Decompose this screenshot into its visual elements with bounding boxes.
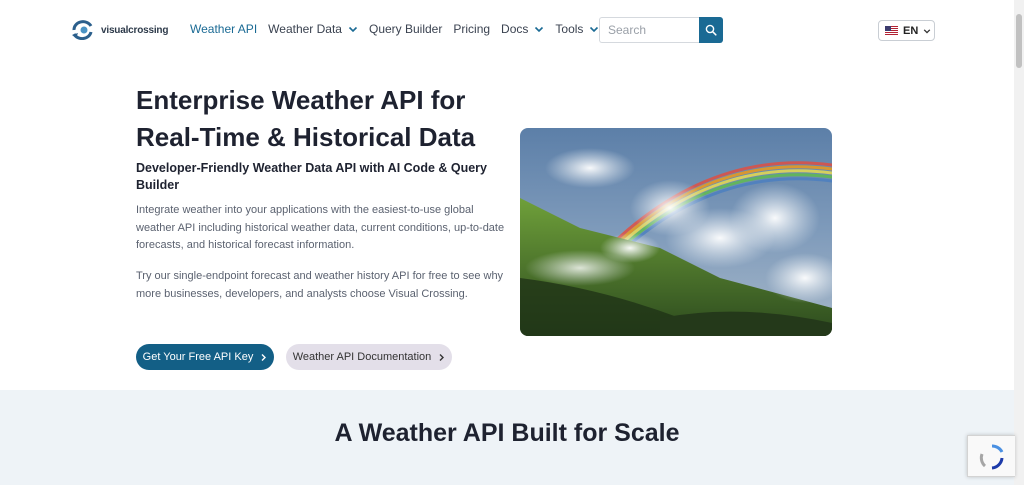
chevron-down-icon [535,26,544,33]
hero-paragraph-1: Integrate weather into your applications… [136,204,505,251]
nav-weather-api[interactable]: Weather API [190,22,257,36]
recaptcha-badge[interactable] [967,435,1015,477]
recaptcha-icon [979,444,1004,470]
chevron-down-icon [590,26,599,33]
language-label: EN [903,24,919,37]
hero-paragraph-2: Try our single-endpoint forecast and wea… [136,270,504,300]
landscape-illustration [520,128,832,336]
main-nav: Weather API Weather Data Query Builder P… [190,22,610,36]
search-input[interactable] [599,17,699,43]
scrollbar-thumb[interactable] [1016,14,1022,68]
scrollbar[interactable] [1014,0,1024,485]
hero-title: Enterprise Weather API for Real-Time & H… [136,85,476,152]
search-box [599,17,723,43]
get-free-api-key-button[interactable]: Get Your Free API Key [136,344,274,370]
chevron-down-icon [348,26,358,33]
scale-section: A Weather API Built for Scale [0,390,1014,485]
scale-section-title: A Weather API Built for Scale [334,419,680,447]
search-button[interactable] [699,17,723,43]
logo-icon [72,20,93,40]
us-flag-icon [885,26,898,35]
chevron-right-icon [439,353,445,361]
logo[interactable]: visualcrossing [71,19,171,41]
hero-image-rainbow-mountains [520,128,832,336]
search-icon [705,24,717,36]
logo-text: visualcrossing [101,24,169,36]
api-documentation-button[interactable]: Weather API Documentation [286,344,452,370]
nav-docs[interactable]: Docs [501,22,544,36]
chevron-down-icon [924,28,931,34]
site-header: visualcrossing Weather API Weather Data … [0,0,1014,60]
language-selector[interactable]: EN [878,20,935,41]
nav-weather-data[interactable]: Weather Data [268,22,358,36]
nav-pricing[interactable]: Pricing [453,22,490,36]
nav-tools[interactable]: Tools [555,22,599,36]
hero-subtitle: Developer-Friendly Weather Data API with… [136,161,488,192]
nav-query-builder[interactable]: Query Builder [369,22,442,36]
chevron-right-icon [261,353,267,361]
